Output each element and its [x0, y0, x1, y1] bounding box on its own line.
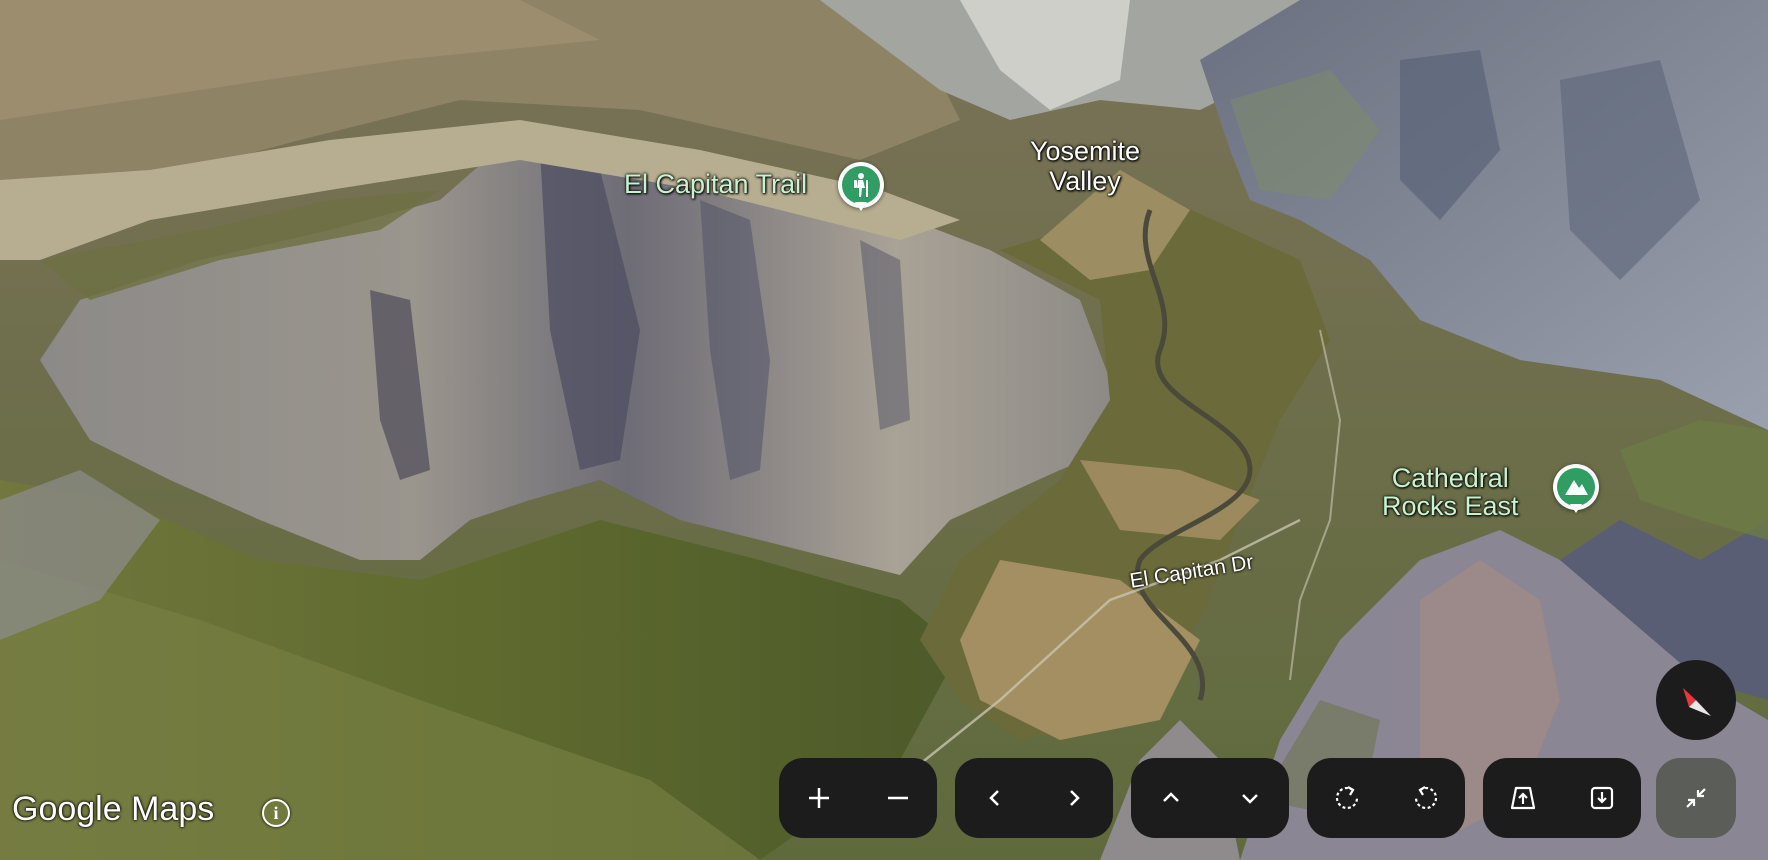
pan-left-button[interactable]: [965, 768, 1025, 828]
mountain-icon: [1565, 480, 1588, 495]
google-maps-logo: Google Maps: [12, 790, 215, 828]
poi-pin-cathedral-rocks-east[interactable]: [1553, 464, 1599, 513]
poi-label-el-capitan-trail[interactable]: El Capitan Trail: [624, 170, 807, 199]
map-label-yosemite-valley: Yosemite Valley: [1010, 136, 1160, 196]
poi-label-cathedral-rocks-east[interactable]: Cathedral Rocks East: [1382, 464, 1519, 521]
compass-icon: [1683, 688, 1711, 716]
map-label-valley-line1: Yosemite: [1029, 136, 1141, 166]
rotate-right-icon: [1414, 786, 1437, 810]
rotate-left-button[interactable]: [1317, 768, 1377, 828]
zoom-out-icon: [887, 796, 908, 800]
collapse-icon: [1686, 788, 1706, 808]
rotate-right-button[interactable]: [1396, 768, 1456, 828]
tilt-up-icon: [1510, 786, 1535, 810]
chevron-right-icon: [1069, 790, 1080, 806]
chevron-up-icon: [1162, 792, 1179, 802]
pan-controls: [955, 758, 1113, 838]
rotate-left-icon: [1335, 786, 1358, 810]
info-icon[interactable]: i: [262, 799, 290, 827]
tilt-up-button[interactable]: [1141, 768, 1201, 828]
poi-label-line2: Rocks East: [1382, 491, 1519, 522]
tilt-controls: [1131, 758, 1289, 838]
view-up-button[interactable]: [1493, 768, 1553, 828]
rotate-controls: [1307, 758, 1465, 838]
map-label-valley-line2: Valley: [1049, 165, 1121, 196]
zoom-in-icon: [808, 788, 829, 808]
pan-right-button[interactable]: [1044, 768, 1104, 828]
satellite-map[interactable]: [0, 0, 1768, 860]
zoom-in-button[interactable]: [789, 768, 849, 828]
zoom-out-button[interactable]: [868, 768, 928, 828]
collapse-button[interactable]: [1656, 758, 1736, 838]
zoom-controls: [779, 758, 937, 838]
view-controls: [1483, 758, 1641, 838]
tilt-down-icon: [1590, 786, 1613, 810]
poi-pin-el-capitan-trail[interactable]: [838, 162, 884, 211]
chevron-down-icon: [1241, 794, 1258, 804]
hiking-icon: [854, 173, 868, 197]
chevron-left-icon: [988, 790, 999, 806]
view-down-button[interactable]: [1572, 768, 1632, 828]
poi-label-line1: Cathedral: [1391, 463, 1509, 493]
compass-button[interactable]: [1656, 660, 1736, 740]
tilt-down-button[interactable]: [1220, 768, 1280, 828]
